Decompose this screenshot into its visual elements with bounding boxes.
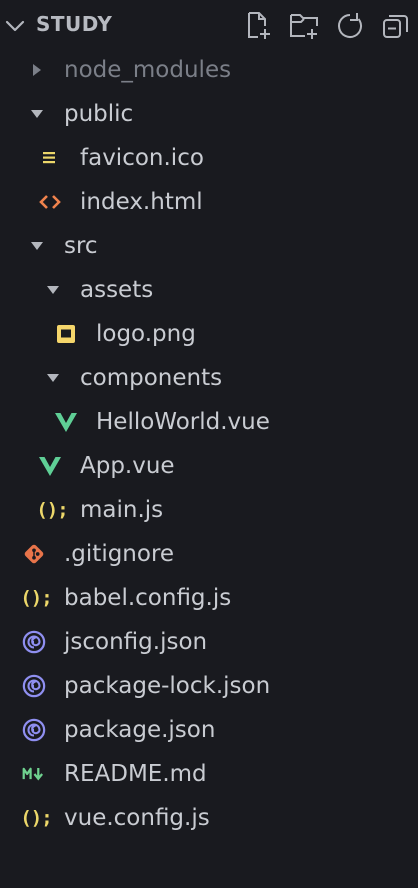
new-file-button[interactable] [242,10,274,42]
png-file-icon [54,322,78,346]
tree-item-label: node_modules [64,57,232,83]
chevron-down-icon[interactable] [2,13,28,39]
file-tree: node_modulespublic favicon.ico index.html s… [0,48,418,840]
file-item-index-html[interactable]: index.html [0,180,418,224]
json-file-icon [22,630,46,654]
triangle-right-icon[interactable] [30,63,44,77]
file-item-package-lock-json[interactable]: package-lock.json [0,664,418,708]
new-folder-button[interactable] [288,10,320,42]
explorer-actions [242,10,412,42]
triangle-down-icon[interactable] [30,239,44,253]
tree-item-label: package-lock.json [64,673,271,699]
file-item-main-js[interactable]: (); main.js [0,488,418,532]
new-folder-icon [290,14,318,39]
file-item-helloworld-vue[interactable]: HelloWorld.vue [0,400,418,444]
file-item-package-json[interactable]: package.json [0,708,418,752]
tree-item-label: vue.config.js [64,805,210,831]
file-item-vue-config-js[interactable]: (); vue.config.js [0,796,418,840]
tree-item-label: package.json [64,717,216,743]
html-file-icon [38,190,62,214]
folder-item-node-modules[interactable]: node_modules [0,48,418,92]
js-file-icon: (); [36,499,68,521]
vue-file-icon [38,454,62,478]
triangle-down-icon[interactable] [30,107,44,121]
json-file-icon [22,674,46,698]
triangle-down-icon[interactable] [46,371,60,385]
collapse-all-icon [383,15,408,38]
tree-item-label: main.js [80,497,164,523]
tree-item-label: assets [80,277,154,303]
refresh-icon [338,13,362,38]
folder-item-src[interactable]: src [0,224,418,268]
tree-item-label: logo.png [96,321,196,347]
js-file-icon: (); [20,587,52,609]
ico-file-icon [38,146,62,170]
explorer-header[interactable]: STUDY [0,0,418,50]
tree-item-label: components [80,365,223,391]
file-item-readme-md[interactable]: README.md [0,752,418,796]
folder-item-public[interactable]: public [0,92,418,136]
tree-item-label: HelloWorld.vue [96,409,270,435]
new-file-icon [248,12,270,39]
file-item-app-vue[interactable]: App.vue [0,444,418,488]
refresh-button[interactable] [334,10,366,42]
tree-item-label: src [64,233,98,259]
folder-item-components[interactable]: components [0,356,418,400]
file-item-favicon-ico[interactable]: favicon.ico [0,136,418,180]
tree-item-label: jsconfig.json [64,629,208,655]
triangle-down-icon[interactable] [46,283,60,297]
file-item-logo-png[interactable]: logo.png [0,312,418,356]
tree-item-label: babel.config.js [64,585,232,611]
file-item-gitignore[interactable]: .gitignore [0,532,418,576]
js-file-icon: (); [20,807,52,829]
workspace-title: STUDY [36,12,113,36]
collapse-all-button[interactable] [380,10,412,42]
file-explorer: STUDY node_modules public favicon.ico in… [0,0,418,888]
folder-item-assets[interactable]: assets [0,268,418,312]
md-file-icon [22,762,46,786]
file-item-jsconfig-json[interactable]: jsconfig.json [0,620,418,664]
tree-item-label: .gitignore [64,541,175,567]
tree-item-label: index.html [80,189,203,215]
vue-file-icon [54,410,78,434]
tree-item-label: public [64,101,134,127]
tree-item-label: favicon.ico [80,145,204,171]
tree-item-label: App.vue [80,453,175,479]
tree-item-label: README.md [64,761,207,787]
file-item-babel-config-js[interactable]: (); babel.config.js [0,576,418,620]
git-file-icon [22,542,46,566]
json-file-icon [22,718,46,742]
